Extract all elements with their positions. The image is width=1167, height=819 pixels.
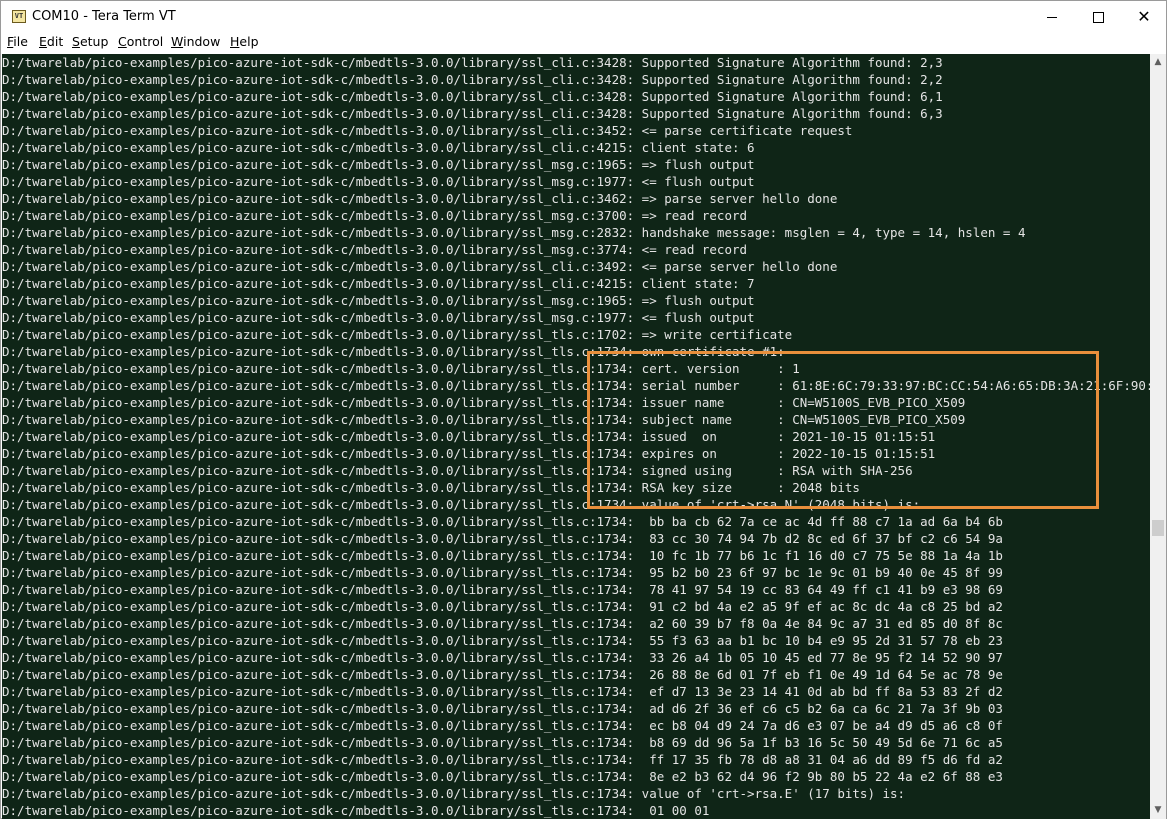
minimize-button[interactable] xyxy=(1029,1,1075,33)
terminal-line: D:/twarelab/pico-examples/pico-azure-iot… xyxy=(2,395,966,410)
menu-setup[interactable]: Setup xyxy=(72,34,108,49)
menu-window-label: indow xyxy=(183,34,221,49)
menu-bar: File Edit Setup Control Window Help xyxy=(1,32,1166,52)
close-icon: ✕ xyxy=(1137,7,1151,26)
scroll-up-button[interactable]: ▲ xyxy=(1150,54,1166,71)
terminal-line: D:/twarelab/pico-examples/pico-azure-iot… xyxy=(2,259,838,274)
terminal-line: D:/twarelab/pico-examples/pico-azure-iot… xyxy=(2,344,785,359)
terminal-line: D:/twarelab/pico-examples/pico-azure-iot… xyxy=(2,752,1003,767)
terminal-line: D:/twarelab/pico-examples/pico-azure-iot… xyxy=(2,191,838,206)
terminal-line: D:/twarelab/pico-examples/pico-azure-iot… xyxy=(2,633,1003,648)
terminal-line: D:/twarelab/pico-examples/pico-azure-iot… xyxy=(2,531,1003,546)
terminal-line: D:/twarelab/pico-examples/pico-azure-iot… xyxy=(2,72,943,87)
terminal-line: D:/twarelab/pico-examples/pico-azure-iot… xyxy=(2,514,1003,529)
menu-setup-label: etup xyxy=(79,34,109,49)
terminal-line: D:/twarelab/pico-examples/pico-azure-iot… xyxy=(2,361,800,376)
menu-control-label: ontrol xyxy=(126,34,164,49)
terminal-line: D:/twarelab/pico-examples/pico-azure-iot… xyxy=(2,140,755,155)
menu-file[interactable]: File xyxy=(7,34,28,49)
terminal-line: D:/twarelab/pico-examples/pico-azure-iot… xyxy=(2,89,943,104)
menu-file-label: ile xyxy=(13,34,28,49)
menu-edit-label: dit xyxy=(46,34,64,49)
terminal-line: D:/twarelab/pico-examples/pico-azure-iot… xyxy=(2,497,921,512)
terminal-line: D:/twarelab/pico-examples/pico-azure-iot… xyxy=(2,667,1003,682)
terminal-line: D:/twarelab/pico-examples/pico-azure-iot… xyxy=(2,463,913,478)
terminal-line: D:/twarelab/pico-examples/pico-azure-iot… xyxy=(2,106,943,121)
terminal-line: D:/twarelab/pico-examples/pico-azure-iot… xyxy=(2,225,1026,240)
terminal-line: D:/twarelab/pico-examples/pico-azure-iot… xyxy=(2,242,748,257)
terminal-line: D:/twarelab/pico-examples/pico-azure-iot… xyxy=(2,293,755,308)
close-button[interactable]: ✕ xyxy=(1121,1,1167,33)
menu-control[interactable]: Control xyxy=(118,34,163,49)
scroll-down-button[interactable]: ▼ xyxy=(1150,802,1166,819)
terminal-line: D:/twarelab/pico-examples/pico-azure-iot… xyxy=(2,276,755,291)
terminal-line: D:/twarelab/pico-examples/pico-azure-iot… xyxy=(2,208,748,223)
arrow-up-icon: ▲ xyxy=(1154,57,1162,67)
terminal-line: D:/twarelab/pico-examples/pico-azure-iot… xyxy=(2,582,1003,597)
terminal-line: D:/twarelab/pico-examples/pico-azure-iot… xyxy=(2,123,853,138)
arrow-down-icon: ▼ xyxy=(1154,805,1162,815)
terminal-line: D:/twarelab/pico-examples/pico-azure-iot… xyxy=(2,599,1003,614)
terminal-line: D:/twarelab/pico-examples/pico-azure-iot… xyxy=(2,684,1003,699)
menu-window-mnemonic: W xyxy=(171,34,184,49)
terminal-line: D:/twarelab/pico-examples/pico-azure-iot… xyxy=(2,616,1003,631)
terminal-line: D:/twarelab/pico-examples/pico-azure-iot… xyxy=(2,446,936,461)
menu-help-label: elp xyxy=(239,34,259,49)
terminal-window: VT COM10 - Tera Term VT ✕ File Edit Setu… xyxy=(0,0,1167,819)
terminal-output[interactable]: D:/twarelab/pico-examples/pico-azure-iot… xyxy=(2,54,1150,819)
maximize-button[interactable] xyxy=(1075,1,1121,33)
terminal-line: D:/twarelab/pico-examples/pico-azure-iot… xyxy=(2,174,755,189)
menu-control-mnemonic: C xyxy=(118,34,127,49)
tera-term-app-icon[interactable]: VT xyxy=(12,10,26,23)
menu-window[interactable]: Window xyxy=(171,34,220,49)
menu-edit-mnemonic: E xyxy=(39,34,47,49)
minimize-icon xyxy=(1047,17,1057,18)
terminal-line: D:/twarelab/pico-examples/pico-azure-iot… xyxy=(2,701,1003,716)
terminal-line: D:/twarelab/pico-examples/pico-azure-iot… xyxy=(2,480,860,495)
terminal-line: D:/twarelab/pico-examples/pico-azure-iot… xyxy=(2,327,793,342)
terminal-line: D:/twarelab/pico-examples/pico-azure-iot… xyxy=(2,548,1003,563)
vertical-scrollbar[interactable]: ▲ ▼ xyxy=(1150,54,1166,819)
terminal-line: D:/twarelab/pico-examples/pico-azure-iot… xyxy=(2,803,710,818)
terminal-line: D:/twarelab/pico-examples/pico-azure-iot… xyxy=(2,565,1003,580)
terminal-line: D:/twarelab/pico-examples/pico-azure-iot… xyxy=(2,157,755,172)
menu-edit[interactable]: Edit xyxy=(39,34,63,49)
terminal-line: D:/twarelab/pico-examples/pico-azure-iot… xyxy=(2,378,1150,393)
terminal-line: D:/twarelab/pico-examples/pico-azure-iot… xyxy=(2,769,1003,784)
menu-help-mnemonic: H xyxy=(230,34,240,49)
terminal-line: D:/twarelab/pico-examples/pico-azure-iot… xyxy=(2,735,1003,750)
terminal-line: D:/twarelab/pico-examples/pico-azure-iot… xyxy=(2,55,943,70)
terminal-line: D:/twarelab/pico-examples/pico-azure-iot… xyxy=(2,310,755,325)
scroll-thumb[interactable] xyxy=(1152,520,1164,536)
menu-help[interactable]: Help xyxy=(230,34,259,49)
menu-setup-mnemonic: S xyxy=(72,34,80,49)
terminal-line: D:/twarelab/pico-examples/pico-azure-iot… xyxy=(2,429,936,444)
terminal-line: D:/twarelab/pico-examples/pico-azure-iot… xyxy=(2,786,906,801)
terminal-line: D:/twarelab/pico-examples/pico-azure-iot… xyxy=(2,412,966,427)
terminal-line: D:/twarelab/pico-examples/pico-azure-iot… xyxy=(2,718,1003,733)
terminal-line: D:/twarelab/pico-examples/pico-azure-iot… xyxy=(2,650,1003,665)
maximize-icon xyxy=(1092,12,1104,23)
title-bar[interactable]: VT COM10 - Tera Term VT ✕ xyxy=(1,1,1166,33)
window-title: COM10 - Tera Term VT xyxy=(32,9,176,24)
